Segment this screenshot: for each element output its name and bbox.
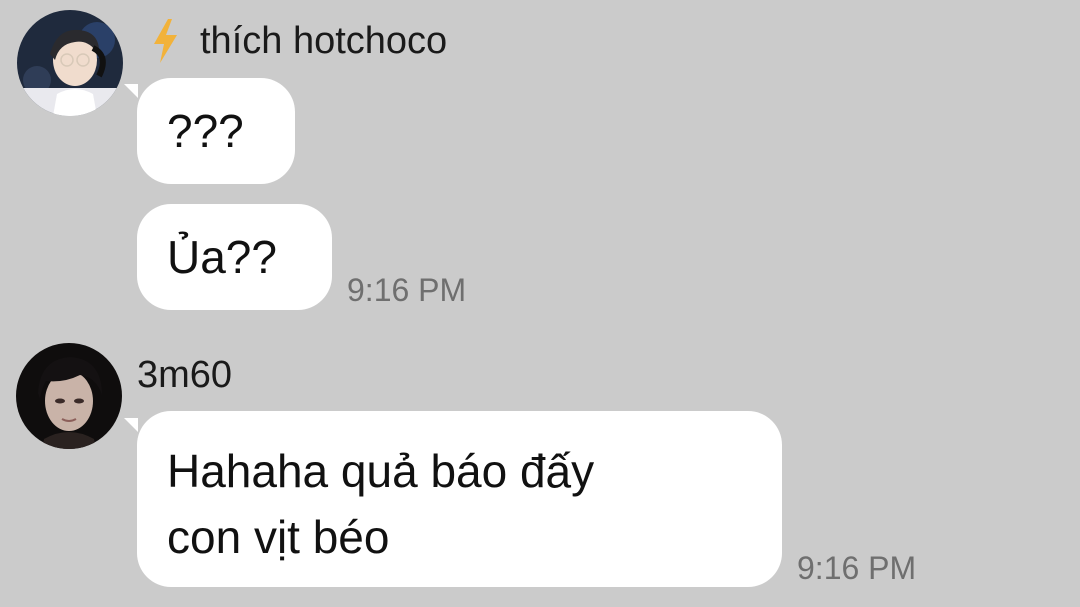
chat-view: thích hotchoco ??? Ủa?? 9:16 PM 3m60 Hah… (0, 0, 1080, 607)
avatar[interactable] (16, 343, 122, 449)
message-bubble[interactable]: Ủa?? (137, 204, 332, 310)
lightning-bolt-icon (150, 19, 180, 63)
sender-name[interactable]: thích hotchoco (150, 19, 447, 63)
sender-name[interactable]: 3m60 (137, 356, 232, 394)
sender-name-text: thích hotchoco (200, 20, 448, 62)
message-timestamp: 9:16 PM (797, 550, 917, 586)
message-bubble[interactable]: ??? (137, 78, 295, 184)
avatar[interactable] (17, 10, 123, 116)
message-bubble[interactable]: Hahaha quả báo đấy con vịt béo (137, 411, 782, 587)
bubble-tail (124, 84, 138, 98)
bubble-tail (124, 418, 138, 432)
message-timestamp: 9:16 PM (347, 272, 467, 308)
